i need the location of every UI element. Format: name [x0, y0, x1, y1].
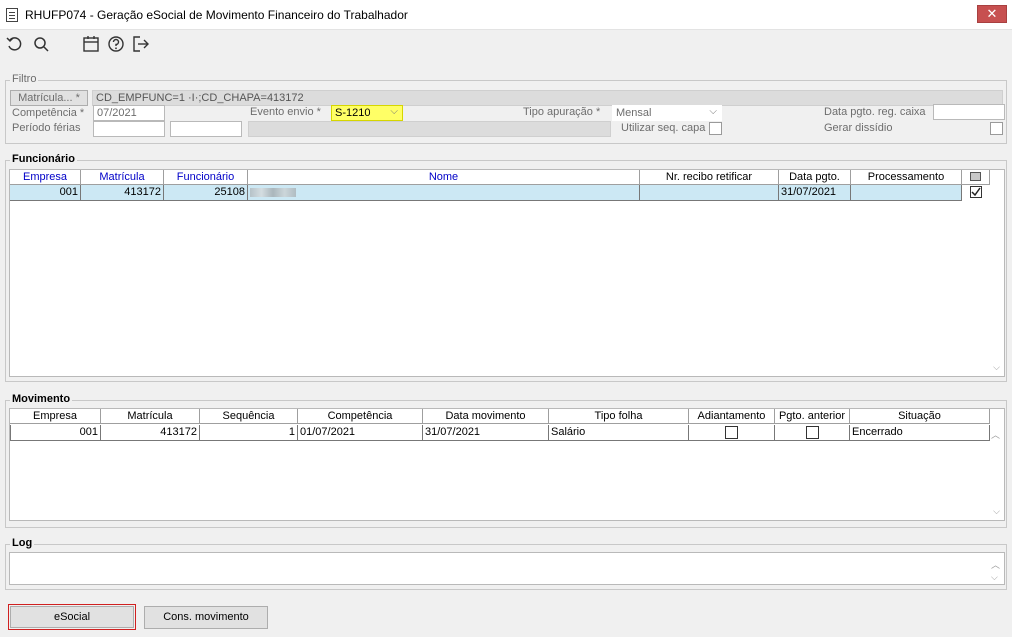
funcionario-grid[interactable]: Empresa Matrícula Funcionário Nome Nr. r… [9, 169, 1005, 377]
cell-competencia: 01/07/2021 [298, 425, 423, 441]
funcionario-name-field [248, 121, 611, 137]
periodo-ferias-start-field[interactable] [93, 121, 165, 137]
col-pgto-anterior[interactable]: Pgto. anterior [775, 409, 850, 424]
cell-matricula: 413172 [81, 185, 164, 201]
evento-envio-label: Evento envio * [250, 106, 321, 118]
cell-recibo [640, 185, 779, 201]
close-button[interactable]: ✕ [977, 5, 1007, 23]
cell-data-pgto: 31/07/2021 [779, 185, 851, 201]
cell-situacao: Encerrado [850, 425, 990, 441]
scroll-down-icon[interactable]: ⌵ [991, 572, 998, 583]
evento-envio-select[interactable]: S-1210 ⌵ [331, 105, 403, 121]
col-recibo[interactable]: Nr. recibo retificar [640, 170, 779, 185]
scroll-up-icon[interactable]: ︿ [991, 558, 1000, 571]
periodo-ferias-end-field[interactable] [170, 121, 242, 137]
document-icon [6, 8, 18, 22]
scroll-down-icon[interactable]: ⌵ [993, 362, 1000, 373]
gerar-dissidio-checkbox[interactable] [990, 122, 1003, 135]
gerar-dissidio-label: Gerar dissídio [824, 122, 893, 134]
col-matricula[interactable]: Matrícula [101, 409, 200, 424]
cell-data-movimento: 31/07/2021 [423, 425, 549, 441]
cell-pgto-anterior [775, 425, 850, 441]
funcionario-label: Funcionário [10, 153, 77, 165]
check-icon [971, 187, 981, 197]
col-processamento[interactable]: Processamento [851, 170, 962, 185]
filtro-label: Filtro [10, 73, 39, 85]
esocial-button-focus[interactable]: eSocial [8, 604, 136, 630]
pgto-anterior-checkbox[interactable] [805, 426, 819, 439]
tipo-apuracao-select[interactable]: Mensal ⌵ [612, 105, 722, 121]
select-all-checkbox[interactable] [970, 172, 981, 181]
log-textarea[interactable] [9, 552, 1005, 585]
cell-funcionario: 25108 [164, 185, 248, 201]
window-title: RHUFP074 - Geração eSocial de Movimento … [25, 8, 408, 22]
chevron-down-icon: ⌵ [709, 106, 717, 117]
help-icon[interactable] [107, 35, 125, 53]
seq-capa-label: Utilizar seq. capa [621, 122, 706, 134]
calendar-icon[interactable] [82, 35, 100, 53]
cell-matricula: 413172 [101, 425, 200, 441]
movimento-label: Movimento [10, 393, 73, 405]
cell-tipo-folha: Salário [549, 425, 689, 441]
col-nome[interactable]: Nome [248, 170, 640, 185]
redacted-name [250, 188, 296, 197]
cell-empresa: 001 [10, 425, 101, 441]
exit-icon[interactable] [132, 35, 150, 53]
search-icon[interactable] [32, 35, 50, 53]
col-select-all[interactable] [962, 170, 990, 185]
chevron-down-icon: ⌵ [390, 106, 398, 117]
col-situacao[interactable]: Situação [850, 409, 990, 424]
periodo-ferias-label: Período férias [12, 122, 81, 134]
competencia-field[interactable]: 07/2021 [93, 105, 165, 121]
adiantamento-checkbox[interactable] [725, 426, 738, 439]
cell-select[interactable] [962, 185, 990, 201]
seq-capa-checkbox[interactable] [709, 122, 722, 135]
cell-sequencia: 1 [200, 425, 298, 441]
undo-icon[interactable] [6, 35, 24, 53]
col-competencia[interactable]: Competência [298, 409, 423, 424]
cell-nome [248, 185, 640, 201]
data-pgto-caixa-field[interactable] [933, 104, 1005, 120]
col-empresa[interactable]: Empresa [10, 409, 101, 424]
col-tipo-folha[interactable]: Tipo folha [549, 409, 689, 424]
col-matricula[interactable]: Matrícula [81, 170, 164, 185]
col-funcionario[interactable]: Funcionário [164, 170, 248, 185]
movimento-grid[interactable]: Empresa Matrícula Sequência Competência … [9, 408, 1005, 521]
col-sequencia[interactable]: Sequência [200, 409, 298, 424]
title-bar: RHUFP074 - Geração eSocial de Movimento … [0, 0, 1012, 30]
matricula-button[interactable]: Matrícula... * [10, 90, 88, 106]
tipo-apuracao-value: Mensal [616, 107, 652, 119]
scroll-down-icon[interactable]: ⌵ [993, 506, 1000, 517]
cell-processamento [851, 185, 962, 201]
tipo-apuracao-label: Tipo apuração * [523, 106, 601, 118]
row-checkbox[interactable] [970, 186, 982, 198]
col-data-movimento[interactable]: Data movimento [423, 409, 549, 424]
competencia-label: Competência * [12, 107, 85, 119]
evento-envio-value: S-1210 [335, 107, 371, 119]
col-adiantamento[interactable]: Adiantamento [689, 409, 775, 424]
cell-empresa: 001 [10, 185, 81, 201]
cell-adiantamento [689, 425, 775, 441]
log-label: Log [10, 537, 35, 549]
col-empresa[interactable]: Empresa [10, 170, 81, 185]
esocial-button[interactable]: eSocial [10, 606, 134, 628]
scroll-up-icon[interactable]: ︿ [991, 428, 1000, 441]
cons-movimento-button[interactable]: Cons. movimento [144, 606, 268, 629]
matricula-filter-field: CD_EMPFUNC=1 ·I·;CD_CHAPA=413172 [92, 90, 1003, 106]
data-pgto-caixa-label: Data pgto. reg. caixa [824, 106, 926, 118]
col-data-pgto[interactable]: Data pgto. [779, 170, 851, 185]
